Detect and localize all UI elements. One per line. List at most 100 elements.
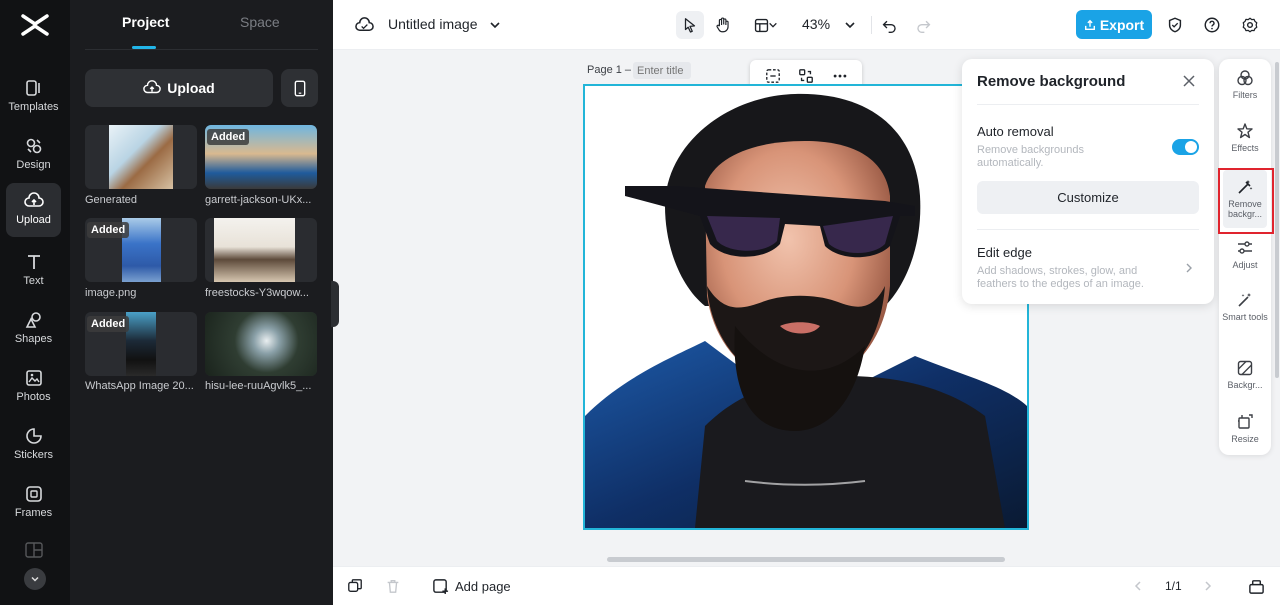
horizontal-scrollbar[interactable]: [607, 557, 1005, 562]
rail-item-label: Photos: [16, 391, 51, 403]
auto-removal-description: Remove backgrounds automatically.: [977, 144, 1085, 169]
export-icon: [1084, 19, 1095, 30]
asset-thumbnail-hisu-lee[interactable]: [205, 312, 317, 376]
upload-from-phone-button[interactable]: [281, 69, 318, 107]
tool-smart-tools[interactable]: Smart tools: [1219, 283, 1271, 349]
upload-button-label: Upload: [167, 80, 215, 96]
rail-item-photos[interactable]: Photos: [6, 360, 61, 414]
edit-edge-description: Add shadows, strokes, glow, and feathers…: [977, 265, 1144, 290]
rail-item-label: Stickers: [13, 449, 54, 461]
tool-effects[interactable]: Effects: [1219, 114, 1271, 170]
tool-resize[interactable]: Resize: [1219, 405, 1271, 461]
hand-icon: [716, 17, 729, 33]
page-title-input[interactable]: [633, 62, 691, 79]
tool-filters[interactable]: Filters: [1219, 61, 1271, 117]
redo-icon: [916, 20, 930, 33]
rail-item-label: Frames: [14, 507, 53, 519]
chevron-right-icon[interactable]: [1184, 262, 1194, 274]
select-area-icon: [766, 69, 780, 83]
help-button[interactable]: [1198, 11, 1226, 39]
gear-icon: [1242, 17, 1258, 33]
asset-thumbnail-freestocks[interactable]: [205, 218, 317, 282]
title-dropdown-button[interactable]: [481, 11, 509, 39]
tool-label: Adjust: [1232, 260, 1258, 270]
asset-thumbnail-whatsapp-image[interactable]: Added: [85, 312, 197, 376]
asset-thumbnail-garrett-jackson[interactable]: Added: [205, 125, 317, 189]
tab-space[interactable]: Space: [240, 14, 280, 30]
phone-icon: [294, 80, 305, 96]
shield-button[interactable]: [1161, 11, 1189, 39]
rail-item-templates[interactable]: Templates: [6, 70, 61, 124]
replace-icon: [799, 69, 813, 83]
redo-button[interactable]: [909, 11, 937, 39]
chevron-down-icon: [769, 22, 777, 28]
zoom-level[interactable]: 43%: [802, 16, 830, 32]
asset-caption: Generated: [85, 194, 137, 206]
auto-removal-toggle[interactable]: [1172, 139, 1199, 155]
rail-item-stickers[interactable]: Stickers: [6, 418, 61, 472]
panel-divider: [85, 49, 318, 50]
layout-dropdown-button[interactable]: [766, 11, 780, 39]
document-title[interactable]: Untitled image: [388, 16, 478, 32]
text-icon: [27, 255, 40, 269]
help-icon: [1204, 17, 1220, 33]
duplicate-page-button[interactable]: [346, 577, 364, 595]
tool-label: Effects: [1231, 143, 1259, 153]
asset-caption: freestocks-Y3wqow...: [205, 287, 309, 299]
hand-tool-button[interactable]: [709, 11, 737, 39]
chevron-down-icon: [31, 576, 39, 582]
next-page-button[interactable]: [1199, 577, 1217, 595]
capcut-logo-icon[interactable]: [19, 10, 51, 40]
rail-item-text[interactable]: Text: [6, 244, 61, 298]
page-manager-button[interactable]: [1247, 577, 1265, 595]
tool-label: Resize: [1231, 434, 1259, 444]
project-panel: Project Space Upload Generated Added gar…: [70, 0, 333, 605]
rail-item-label: Shapes: [14, 333, 53, 345]
chevron-right-icon: [1205, 581, 1212, 591]
asset-thumbnail-generated[interactable]: [85, 125, 197, 189]
chevron-left-icon: [1134, 581, 1141, 591]
remove-background-highlight: [1218, 168, 1274, 234]
rail-item-upload[interactable]: Upload: [6, 183, 61, 237]
asset-thumbnail-image-png[interactable]: Added: [85, 218, 197, 282]
templates-icon: [25, 80, 40, 96]
rail-collapse-button[interactable]: [24, 568, 46, 590]
panel-divider: [977, 104, 1199, 105]
customize-button[interactable]: Customize: [977, 181, 1199, 214]
tab-project[interactable]: Project: [122, 14, 169, 30]
export-button[interactable]: Export: [1076, 10, 1152, 39]
replace-button[interactable]: [796, 66, 816, 86]
upload-button[interactable]: Upload: [85, 69, 273, 107]
tool-label: Smart tools: [1222, 312, 1268, 322]
select-tool-button[interactable]: [676, 11, 704, 39]
remove-background-panel: Remove background Auto removal Remove ba…: [962, 59, 1214, 304]
tool-adjust[interactable]: Adjust: [1219, 231, 1271, 287]
rail-item-design[interactable]: Design: [6, 128, 61, 182]
vertical-scrollbar[interactable]: [1275, 62, 1279, 378]
left-rail: Templates Design Upload Text Shapes Phot…: [0, 0, 70, 605]
portrait-image[interactable]: [585, 86, 1027, 528]
panel-collapse-handle[interactable]: [331, 281, 339, 327]
toolbar-divider: [871, 16, 872, 34]
panel-divider: [977, 229, 1199, 230]
crop-select-button[interactable]: [763, 66, 783, 86]
delete-page-button[interactable]: [384, 577, 402, 595]
cloud-sync-button[interactable]: [350, 11, 378, 39]
close-icon[interactable]: [1181, 73, 1197, 89]
edit-edge-label[interactable]: Edit edge: [977, 245, 1032, 260]
auto-removal-label: Auto removal: [977, 124, 1054, 139]
page-counter: 1/1: [1165, 579, 1182, 593]
undo-icon: [882, 20, 896, 33]
more-options-button[interactable]: [830, 66, 850, 86]
previous-page-button[interactable]: [1129, 577, 1147, 595]
add-page-button[interactable]: Add page: [432, 576, 511, 596]
zoom-dropdown-button[interactable]: [836, 11, 864, 39]
undo-button[interactable]: [875, 11, 903, 39]
remove-background-title: Remove background: [977, 73, 1126, 90]
trash-icon: [387, 580, 399, 593]
tool-background[interactable]: Backgr...: [1219, 351, 1271, 407]
rail-item-frames[interactable]: Frames: [6, 476, 61, 530]
settings-button[interactable]: [1236, 11, 1264, 39]
rail-item-shapes[interactable]: Shapes: [6, 302, 61, 356]
asset-caption: hisu-lee-ruuAgvlk5_...: [205, 380, 312, 392]
